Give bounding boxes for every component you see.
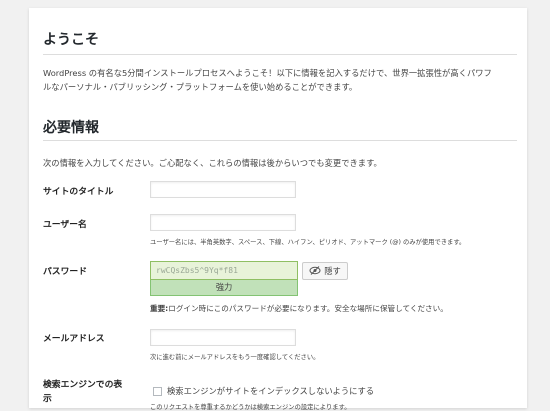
password-strength-meter: 強力 [150,280,298,296]
site-title-label: サイトのタイトル [43,187,114,197]
password-note-text: ログイン時にこのパスワードが必要になります。安全な場所に保管してください。 [168,304,448,313]
password-note-bold: 重要: [150,304,169,313]
search-engine-note: このリクエストを尊重するかどうかは検索エンジンの設定によります。 [150,404,351,411]
search-engine-label-line-1: 検索エンジンでの表 [43,380,123,390]
divider [43,54,517,55]
username-hint: ユーザー名には、半角英数字、スペース、下線、ハイフン、ピリオド、アットマーク (… [150,239,466,246]
password-note: 重要:ログイン時にこのパスワードが必要になります。安全な場所に保管してください。 [150,303,448,314]
email-input[interactable] [150,329,296,346]
search-engine-label: 検索エンジンでの表 示 [43,378,122,406]
discourage-search-engines-checkbox[interactable] [153,387,162,396]
password-label: パスワード [43,267,87,277]
hide-button-label: 隠す [324,266,341,276]
username-input[interactable] [150,214,296,231]
required-info-description: 次の情報を入力してください。ご心配なく、これらの情報は後からいつでも変更できます… [43,158,382,168]
discourage-search-engines-label[interactable]: 検索エンジンがサイトをインデックスしないようにする [167,385,374,397]
password-input[interactable]: rwCQsZbs5^9Yq*f81 [150,261,298,280]
welcome-intro: WordPress の有名な5分間インストールプロセスへようこそ！以下に情報を記… [43,66,519,94]
intro-line-2: ルなパーソナル・パブリッシング・プラットフォームを使い始めることができます。 [43,82,358,92]
setup-card: ようこそ WordPress の有名な5分間インストールプロセスへようこそ！以下… [29,8,527,411]
email-label: メールアドレス [43,334,105,344]
eye-slash-icon [309,265,321,277]
intro-line-1: WordPress の有名な5分間インストールプロセスへようこそ！以下に情報を記… [43,68,492,78]
divider [43,140,517,141]
search-engine-label-line-2: 示 [43,394,52,404]
hide-password-button[interactable]: 隠す [302,262,348,280]
username-label: ユーザー名 [43,220,87,230]
required-info-heading: 必要情報 [43,120,99,136]
welcome-heading: ようこそ [43,32,99,48]
site-title-input[interactable] [150,181,296,198]
email-hint: 次に進む前にメールアドレスをもう一度確認してください。 [150,354,320,361]
